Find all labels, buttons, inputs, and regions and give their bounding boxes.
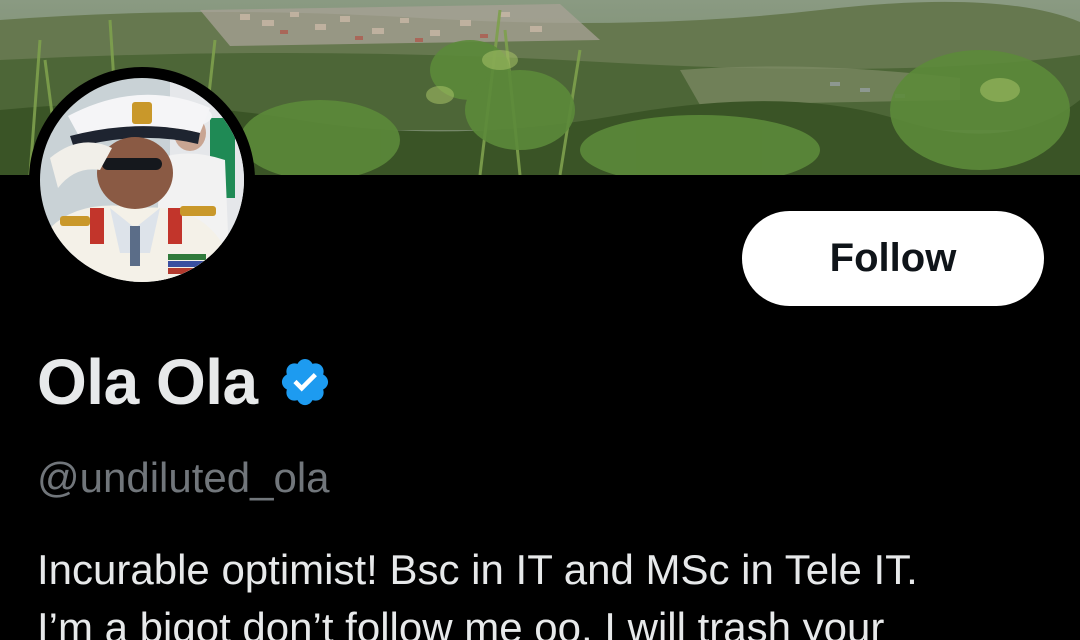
name-row: Ola Ola xyxy=(37,346,332,418)
bio-line: Incurable optimist! Bsc in IT and MSc in… xyxy=(37,546,918,593)
user-handle: @undiluted_ola xyxy=(37,454,330,501)
display-name: Ola Ola xyxy=(37,346,258,418)
profile-page: Follow Ola Ola @undiluted_ola Incurable … xyxy=(0,0,1080,640)
profile-bio: Incurable optimist! Bsc in IT and MSc in… xyxy=(37,541,1057,640)
verified-badge-icon[interactable] xyxy=(278,355,332,409)
bio-line: I’m a bigot don’t follow me oo. I will t… xyxy=(37,604,885,640)
avatar-photo xyxy=(40,78,244,282)
avatar[interactable] xyxy=(29,67,255,293)
follow-button[interactable]: Follow xyxy=(742,211,1044,306)
